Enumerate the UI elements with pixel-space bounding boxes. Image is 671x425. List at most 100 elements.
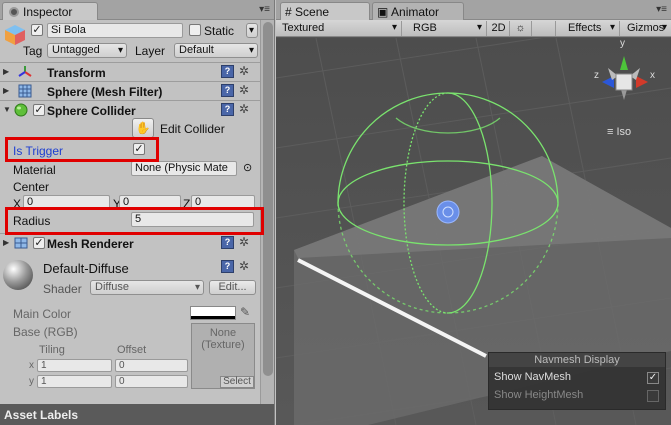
edit-shader-button[interactable]: Edit... bbox=[209, 280, 256, 295]
tab-scene-label: Scene bbox=[295, 5, 330, 19]
static-checkbox[interactable] bbox=[189, 24, 201, 36]
transform-icon bbox=[18, 65, 32, 79]
tiling-y-label: y bbox=[29, 376, 34, 387]
is-trigger-highlight bbox=[5, 137, 159, 162]
help-icon[interactable]: ? bbox=[221, 103, 234, 116]
material-label: Material bbox=[13, 163, 56, 177]
center-label: Center bbox=[13, 180, 50, 194]
gizmo-y-label: y bbox=[620, 38, 625, 49]
scene-toolbar: Textured RGB 2D ☼ Effects Gizmos bbox=[276, 20, 671, 37]
scrollbar-thumb[interactable] bbox=[263, 22, 273, 376]
static-dropdown[interactable] bbox=[246, 23, 258, 38]
base-rgb-label: Base (RGB) bbox=[13, 325, 78, 339]
grid-icon: # bbox=[285, 5, 292, 19]
texture-select-button[interactable]: Select bbox=[220, 376, 254, 388]
main-color-swatch[interactable] bbox=[190, 306, 236, 320]
mesh-filter-icon bbox=[18, 84, 32, 98]
object-picker-icon[interactable]: ⊙ bbox=[243, 161, 252, 174]
object-active-checkbox[interactable]: ✓ bbox=[31, 24, 43, 36]
component-mesh-filter[interactable]: ▶ Sphere (Mesh Filter) ? ✲ bbox=[0, 81, 260, 100]
gear-icon[interactable]: ✲ bbox=[239, 83, 249, 97]
texture-none-label: None bbox=[209, 327, 237, 339]
tiling-x-input[interactable]: 1 bbox=[37, 359, 112, 372]
component-transform[interactable]: ▶ Transform ? ✲ bbox=[0, 62, 260, 81]
render-mode-dropdown[interactable]: RGB bbox=[407, 21, 487, 36]
edit-collider-label: Edit Collider bbox=[160, 122, 225, 136]
gear-icon[interactable]: ✲ bbox=[239, 235, 249, 249]
tiling-y-input[interactable]: 1 bbox=[37, 375, 112, 388]
panel-menu-icon[interactable]: ▾≡ bbox=[259, 4, 270, 15]
show-heightmesh-label: Show HeightMesh bbox=[494, 389, 584, 401]
show-navmesh-checkbox[interactable]: ✓ bbox=[647, 372, 659, 384]
shader-dropdown[interactable]: Diffuse bbox=[90, 280, 204, 295]
object-name-input[interactable]: Si Bola bbox=[47, 23, 183, 38]
scene-panel: # Scene ▣ Animator ▾≡ Textured RGB 2D ☼ … bbox=[276, 0, 671, 425]
component-mesh-renderer[interactable]: ▶ ✓ Mesh Renderer ? ✲ bbox=[0, 233, 260, 252]
effects-dropdown[interactable]: Effects bbox=[562, 21, 620, 36]
component-sphere-collider[interactable]: ▼ ✓ Sphere Collider ? ✲ bbox=[0, 100, 260, 119]
offset-x-input[interactable]: 0 bbox=[115, 359, 188, 372]
tab-scene[interactable]: # Scene bbox=[280, 2, 370, 20]
shading-mode-dropdown[interactable]: Textured bbox=[276, 21, 402, 36]
sphere-collider-enabled-checkbox[interactable]: ✓ bbox=[33, 104, 45, 116]
lighting-toggle-icon[interactable]: ☼ bbox=[510, 21, 532, 36]
main-color-label: Main Color bbox=[13, 307, 72, 321]
sphere-collider-icon bbox=[14, 103, 28, 117]
panel-menu-icon[interactable]: ▾≡ bbox=[656, 4, 667, 15]
tiling-x-label: x bbox=[29, 360, 34, 371]
material-preview-sphere bbox=[3, 260, 33, 290]
inspector-icon bbox=[9, 7, 19, 17]
mesh-renderer-enabled-checkbox[interactable]: ✓ bbox=[33, 237, 45, 249]
static-label: Static bbox=[204, 24, 235, 38]
tab-inspector[interactable]: Inspector bbox=[2, 2, 98, 20]
navmesh-title: Navmesh Display bbox=[489, 353, 665, 367]
help-icon[interactable]: ? bbox=[221, 84, 234, 97]
toggle-2d-button[interactable]: 2D bbox=[488, 21, 510, 36]
radius-highlight bbox=[5, 207, 264, 235]
gizmo-z-label: z bbox=[594, 70, 599, 81]
asset-labels-bar[interactable]: Asset Labels bbox=[0, 404, 274, 425]
offset-label: Offset bbox=[117, 344, 147, 356]
tab-inspector-label: Inspector bbox=[23, 5, 73, 19]
tag-label: Tag bbox=[23, 44, 43, 58]
material-name: Default-Diffuse bbox=[43, 261, 129, 276]
transform-title: Transform bbox=[47, 66, 106, 80]
hand-icon: ✋ bbox=[135, 121, 151, 135]
physic-material-field[interactable]: None (Physic Mate bbox=[131, 161, 237, 176]
scene-tabbar: # Scene ▣ Animator ▾≡ bbox=[276, 0, 671, 20]
inspector-panel: Inspector ▾≡ ✓ Si Bola Static Tag Untagg… bbox=[0, 0, 275, 425]
help-icon[interactable]: ? bbox=[221, 236, 234, 249]
edit-collider-button[interactable]: ✋ bbox=[132, 118, 154, 138]
gear-icon[interactable]: ✲ bbox=[239, 259, 249, 273]
layer-label: Layer bbox=[135, 44, 166, 58]
projection-iso-toggle[interactable]: ≡ Iso bbox=[607, 126, 631, 138]
offset-y-input[interactable]: 0 bbox=[115, 375, 188, 388]
foldout-arrow-icon[interactable]: ▶ bbox=[3, 86, 9, 95]
tab-animator[interactable]: ▣ Animator bbox=[372, 2, 464, 20]
help-icon[interactable]: ? bbox=[221, 260, 234, 273]
foldout-arrow-icon[interactable]: ▼ bbox=[3, 105, 11, 114]
texture-type-label: (Texture) bbox=[201, 339, 245, 351]
tag-dropdown[interactable]: Untagged bbox=[47, 43, 127, 58]
foldout-arrow-icon[interactable]: ▶ bbox=[3, 238, 9, 247]
tiling-label: Tiling bbox=[39, 344, 65, 356]
show-navmesh-label: Show NavMesh bbox=[494, 371, 572, 383]
mesh-renderer-icon bbox=[14, 236, 28, 250]
help-icon[interactable]: ? bbox=[221, 65, 234, 78]
tab-animator-label: Animator bbox=[391, 5, 440, 19]
shader-label: Shader bbox=[43, 282, 82, 296]
texture-slot[interactable]: None (Texture) Select bbox=[191, 323, 255, 389]
gear-icon[interactable]: ✲ bbox=[239, 64, 249, 78]
audio-toggle-icon[interactable] bbox=[532, 21, 556, 36]
gizmos-dropdown[interactable]: Gizmos bbox=[621, 21, 671, 36]
menu-lines-icon: ≡ bbox=[607, 126, 614, 138]
eyedropper-icon[interactable]: ✎ bbox=[240, 305, 250, 319]
layer-dropdown[interactable]: Default bbox=[174, 43, 258, 58]
show-heightmesh-checkbox[interactable] bbox=[647, 390, 659, 402]
foldout-arrow-icon[interactable]: ▶ bbox=[3, 67, 9, 76]
inspector-tabbar: Inspector ▾≡ bbox=[0, 0, 274, 20]
gear-icon[interactable]: ✲ bbox=[239, 102, 249, 116]
iso-label: Iso bbox=[616, 126, 632, 138]
animator-icon: ▣ bbox=[377, 5, 389, 19]
mesh-filter-title: Sphere (Mesh Filter) bbox=[47, 85, 163, 99]
